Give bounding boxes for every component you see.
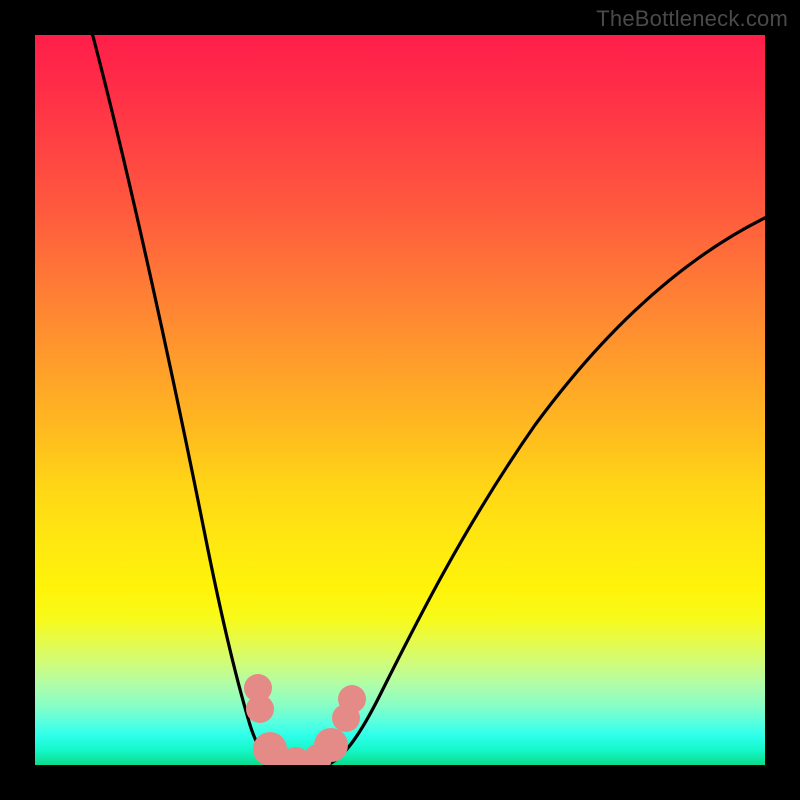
- data-point-marker: [338, 685, 366, 713]
- plot-area: [35, 35, 765, 765]
- bottleneck-curve: [35, 35, 765, 765]
- chart-frame: TheBottleneck.com: [0, 0, 800, 800]
- data-point-marker: [314, 728, 348, 762]
- watermark-text: TheBottleneck.com: [596, 6, 788, 32]
- data-point-marker: [246, 695, 274, 723]
